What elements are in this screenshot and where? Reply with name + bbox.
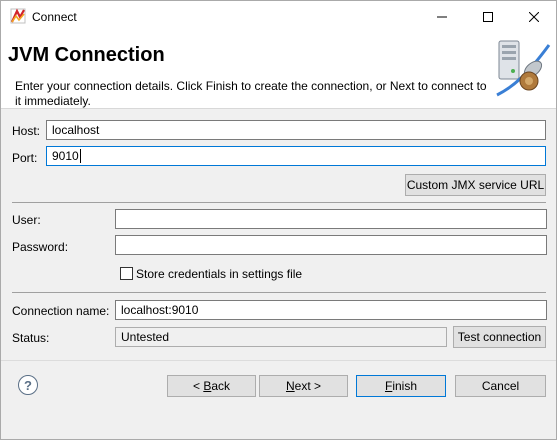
window-title: Connect: [32, 10, 77, 24]
page-description: Enter your connection details. Click Fin…: [15, 79, 487, 108]
minimize-icon: [437, 16, 447, 17]
close-icon: [529, 11, 539, 22]
wizard-banner: JVM Connection Enter your connection det…: [1, 32, 556, 109]
finish-mnemonic: F: [384, 379, 393, 393]
finish-rest: inish: [392, 379, 418, 393]
text-caret: [79, 149, 81, 163]
minimize-button[interactable]: [419, 1, 465, 32]
password-field[interactable]: [115, 235, 547, 255]
next-button[interactable]: Next >: [259, 375, 348, 397]
back-prefix: <: [192, 379, 204, 393]
back-rest: ack: [211, 379, 231, 393]
user-label: User:: [12, 213, 41, 227]
back-mnemonic: B: [203, 379, 212, 393]
close-button[interactable]: [511, 1, 556, 32]
port-field[interactable]: 9010: [46, 146, 546, 166]
status-label: Status:: [12, 331, 50, 345]
host-field[interactable]: localhost: [46, 120, 546, 140]
jmc-app-icon: [10, 8, 26, 24]
separator: [12, 202, 546, 203]
password-label: Password:: [12, 240, 69, 254]
footer-separator: [1, 360, 556, 361]
store-credentials-checkbox[interactable]: [120, 267, 133, 280]
port-label: Port:: [12, 151, 38, 165]
test-connection-button[interactable]: Test connection: [453, 326, 546, 348]
server-connection-icon: [496, 40, 551, 97]
maximize-button[interactable]: [465, 1, 511, 32]
finish-button[interactable]: Finish: [356, 375, 446, 397]
cancel-button[interactable]: Cancel: [455, 375, 546, 397]
maximize-icon: [483, 11, 493, 22]
connect-dialog: Connect JVM Connection Enter your connec…: [0, 0, 557, 440]
back-button[interactable]: < Back: [167, 375, 256, 397]
user-field[interactable]: [115, 209, 547, 229]
next-mnemonic: N: [285, 379, 295, 393]
title-bar: Connect: [1, 1, 556, 32]
port-value: 9010: [52, 149, 79, 163]
page-title: JVM Connection: [8, 44, 165, 66]
connection-name-field[interactable]: localhost:9010: [115, 300, 547, 320]
help-icon[interactable]: ?: [18, 375, 38, 395]
next-rest: ext >: [294, 379, 322, 393]
custom-jmx-url-button[interactable]: Custom JMX service URL: [405, 174, 546, 196]
host-label: Host:: [12, 124, 41, 138]
separator: [12, 292, 546, 293]
status-field: Untested: [115, 327, 447, 347]
store-credentials-label[interactable]: Store credentials in settings file: [136, 267, 302, 281]
connection-name-label: Connection name:: [12, 304, 110, 318]
